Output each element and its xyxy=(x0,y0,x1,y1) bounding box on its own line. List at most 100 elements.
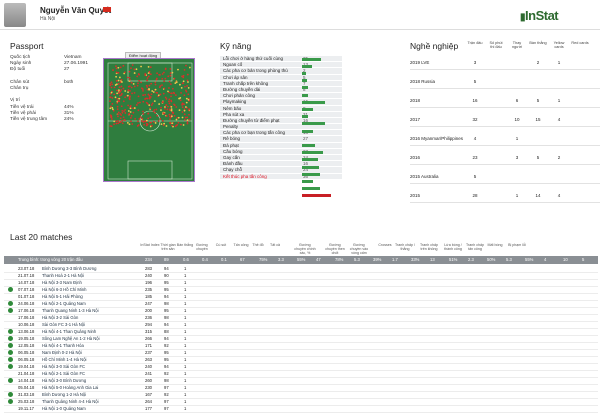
heatmap-point xyxy=(146,97,149,100)
match-row[interactable]: 19.11.17 Hà Nội 1-0 Quảng Nam 177 97 1 xyxy=(4,405,598,413)
heatmap-point xyxy=(179,97,182,99)
win-icon xyxy=(8,336,13,342)
matches-column-header: Tranh chấp trên không xyxy=(419,243,439,251)
heatmap-point xyxy=(113,123,115,126)
heatmap-point xyxy=(129,89,131,92)
matches-column-header: Đường chuyền chính xác, % xyxy=(294,243,316,255)
heatmap-point xyxy=(126,121,129,124)
heatmap-point xyxy=(120,85,123,88)
win-icon xyxy=(8,357,13,363)
heatmap-point xyxy=(137,102,139,104)
heatmap-point xyxy=(161,101,164,104)
heatmap-point xyxy=(162,92,165,95)
heatmap-point xyxy=(165,115,168,117)
skill-bar xyxy=(302,100,325,104)
matches-column-header: Bị phạm lỗi xyxy=(508,243,526,247)
matches-column-header: Tất cả xyxy=(270,243,280,247)
heatmap-point xyxy=(156,114,159,117)
heatmap-point xyxy=(115,71,118,74)
career-season: 2017 xyxy=(410,117,421,122)
matches-title: Last 20 matches xyxy=(10,232,73,242)
career-title: Nghề nghiệp xyxy=(410,41,459,51)
career-cell: 3 xyxy=(473,60,477,65)
heatmap-point xyxy=(186,116,189,119)
heatmap-point xyxy=(147,112,150,115)
career-row: 2018 Russia 5 xyxy=(410,75,600,89)
summary-value: 0.4 xyxy=(202,257,208,262)
heatmap-point xyxy=(153,100,156,103)
career-season: 2016 Myanmar/Philippines xyxy=(410,136,464,141)
heatmap-point xyxy=(154,88,157,91)
heatmap-point xyxy=(177,121,180,124)
heatmap-point xyxy=(131,123,134,125)
heatmap-point xyxy=(128,70,131,73)
heatmap-point xyxy=(115,75,117,78)
heatmap-point xyxy=(186,79,189,82)
career-cell: 4 xyxy=(557,193,561,198)
career-cell: 16 xyxy=(472,98,478,103)
heatmap-point xyxy=(187,81,189,83)
heatmap-point xyxy=(116,92,119,95)
career-cell: 5 xyxy=(473,174,477,179)
heatmap-point xyxy=(140,87,143,90)
heatmap-point xyxy=(186,121,189,123)
summary-value: 10 xyxy=(563,257,568,262)
heatmap-point xyxy=(131,92,133,95)
heatmap-point xyxy=(158,73,161,76)
heatmap-point xyxy=(116,108,119,111)
heatmap-point xyxy=(152,91,155,93)
heatmap-point xyxy=(117,111,120,114)
skill-row: Kết thúc pha tấn công 36 xyxy=(220,173,342,180)
heatmap-point xyxy=(149,66,152,69)
heatmap-point xyxy=(121,119,124,122)
heatmap-point xyxy=(160,123,163,126)
heatmap-point xyxy=(148,104,151,107)
heatmap-point xyxy=(146,102,149,105)
heatmap-point xyxy=(169,72,172,75)
heatmap-point xyxy=(185,106,187,108)
heatmap-point xyxy=(149,116,152,119)
skill-bar xyxy=(302,122,325,126)
skill-bar xyxy=(302,79,307,83)
heatmap-point xyxy=(133,91,136,94)
heatmap-point xyxy=(126,76,129,79)
heatmap-point xyxy=(169,67,172,70)
heatmap-point xyxy=(117,71,120,74)
heatmap-point xyxy=(121,81,123,83)
heatmap-point xyxy=(135,104,138,106)
heatmap-point xyxy=(170,115,173,118)
summary-value: 67 xyxy=(240,257,245,262)
career-cell: 3 xyxy=(515,155,519,160)
heatmap-point xyxy=(132,83,135,85)
career-row: 2015 Australia 5 xyxy=(410,170,600,184)
heatmap-point xyxy=(136,84,139,87)
heatmap-point xyxy=(150,124,153,127)
heatmap-point xyxy=(129,111,132,113)
heatmap-point xyxy=(184,85,186,88)
heatmap-point xyxy=(159,85,162,87)
heatmap-point xyxy=(114,84,117,86)
heatmap-point xyxy=(112,69,114,71)
career-cell: 1 xyxy=(557,60,561,65)
heatmap-point xyxy=(133,68,136,71)
heatmap-point xyxy=(120,105,123,108)
player-name: Nguyễn Văn Quyết xyxy=(40,6,112,15)
heatmap-point xyxy=(185,64,187,67)
heatmap-point xyxy=(168,98,171,101)
heatmap-point xyxy=(122,100,125,103)
heatmap-point xyxy=(115,120,118,123)
summary-value: 50% xyxy=(487,257,496,262)
heatmap-point xyxy=(110,91,113,94)
heatmap-point xyxy=(173,103,175,106)
heatmap-point xyxy=(140,120,143,122)
summary-value: 75% xyxy=(259,257,268,262)
heatmap-point xyxy=(145,119,148,122)
career-row: 2015 28 1 14 4 xyxy=(410,189,600,203)
heatmap-point xyxy=(139,101,141,104)
heatmap-point xyxy=(161,77,164,80)
match-name[interactable]: Hà Nội 1-0 Quảng Nam xyxy=(42,405,86,413)
skill-bar xyxy=(302,172,321,176)
heatmap-point xyxy=(183,103,185,106)
heatmap-point xyxy=(115,65,117,68)
heatmap-point xyxy=(123,71,126,74)
